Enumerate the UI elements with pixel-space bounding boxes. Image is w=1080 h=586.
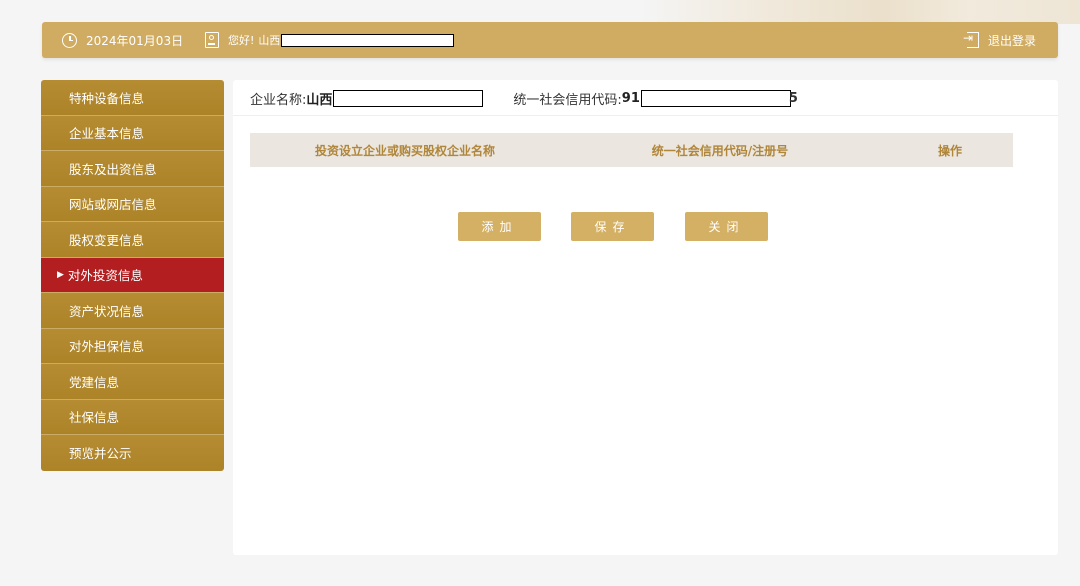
user-card-icon — [205, 32, 219, 48]
sidebar-item-basic-info[interactable]: 企业基本信息 — [41, 115, 224, 151]
sidebar-item-label: 党建信息 — [69, 374, 120, 390]
sidebar-item-party-building[interactable]: 党建信息 — [41, 364, 224, 400]
logout-button[interactable]: 退出登录 — [963, 22, 1036, 58]
user-greeting: 您好! 山西 — [205, 22, 455, 58]
sidebar-item-external-investment[interactable]: ▶ 对外投资信息 — [41, 257, 224, 293]
redacted-credit-code — [640, 89, 791, 107]
sidebar-item-assets[interactable]: 资产状况信息 — [41, 293, 224, 329]
greeting-text: 您好! — [228, 34, 255, 47]
sidebar-menu: 特种设备信息 企业基本信息 股东及出资信息 网站或网店信息 股权变更信息 ▶ 对外… — [41, 80, 224, 471]
sidebar-item-label: 社保信息 — [69, 410, 120, 426]
divider — [233, 115, 1058, 116]
sidebar-item-shareholders[interactable]: 股东及出资信息 — [41, 151, 224, 187]
sidebar-item-label: 对外投资信息 — [67, 268, 143, 284]
close-button[interactable]: 关闭 — [685, 212, 768, 241]
top-bar: 2024年01月03日 您好! 山西 退出登录 — [42, 22, 1058, 58]
sidebar-item-social-security[interactable]: 社保信息 — [41, 399, 224, 435]
investment-table-header: 投资设立企业或购买股权企业名称 统一社会信用代码/注册号 操作 — [250, 133, 1013, 167]
company-name-label: 企业名称: — [250, 92, 307, 108]
sidebar-item-label: 网站或网店信息 — [69, 197, 157, 213]
logout-icon — [963, 31, 979, 48]
logout-label: 退出登录 — [987, 33, 1036, 48]
add-button[interactable]: 添加 — [458, 212, 541, 241]
redacted-username — [281, 33, 455, 47]
sidebar-item-label: 特种设备信息 — [69, 90, 145, 106]
credit-code-prefix: 91 — [621, 90, 640, 106]
credit-code-label: 统一社会信用代码: — [513, 92, 622, 108]
sidebar-item-label: 企业基本信息 — [69, 126, 145, 142]
sidebar-item-label: 股东及出资信息 — [69, 161, 157, 177]
save-button[interactable]: 保存 — [571, 212, 654, 241]
column-header-credit-code: 统一社会信用代码/注册号 — [651, 143, 789, 158]
credit-code-suffix: 5 — [788, 90, 798, 106]
sidebar-item-guarantee[interactable]: 对外担保信息 — [41, 328, 224, 364]
sidebar-item-special-equipment[interactable]: 特种设备信息 — [41, 80, 224, 116]
clock-icon — [62, 32, 77, 48]
sidebar-item-label: 资产状况信息 — [69, 303, 145, 319]
sidebar-item-label: 对外担保信息 — [69, 339, 145, 355]
main-panel: 企业名称: 山西 统一社会信用代码: 91 5 投资设立企业或购买股权企业名称 … — [233, 80, 1058, 555]
company-info-row: 企业名称: 山西 统一社会信用代码: 91 5 — [250, 80, 1040, 116]
column-header-actions: 操作 — [937, 143, 962, 158]
company-name-value: 山西 — [306, 92, 333, 108]
header-decoration — [640, 0, 1080, 24]
sidebar-item-website[interactable]: 网站或网店信息 — [41, 186, 224, 222]
sidebar-item-label: 股权变更信息 — [69, 232, 145, 248]
sidebar-item-equity-change[interactable]: 股权变更信息 — [41, 222, 224, 258]
sidebar-item-preview-publish[interactable]: 预览并公示 — [41, 435, 224, 471]
active-arrow-icon: ▶ — [57, 269, 64, 280]
date-text: 2024年01月03日 — [86, 33, 184, 48]
column-header-company-name: 投资设立企业或购买股权企业名称 — [314, 143, 495, 158]
redacted-company-name — [333, 89, 484, 107]
username-text: 山西 — [258, 34, 281, 47]
date-display: 2024年01月03日 — [62, 22, 183, 58]
sidebar-item-label: 预览并公示 — [69, 446, 132, 462]
